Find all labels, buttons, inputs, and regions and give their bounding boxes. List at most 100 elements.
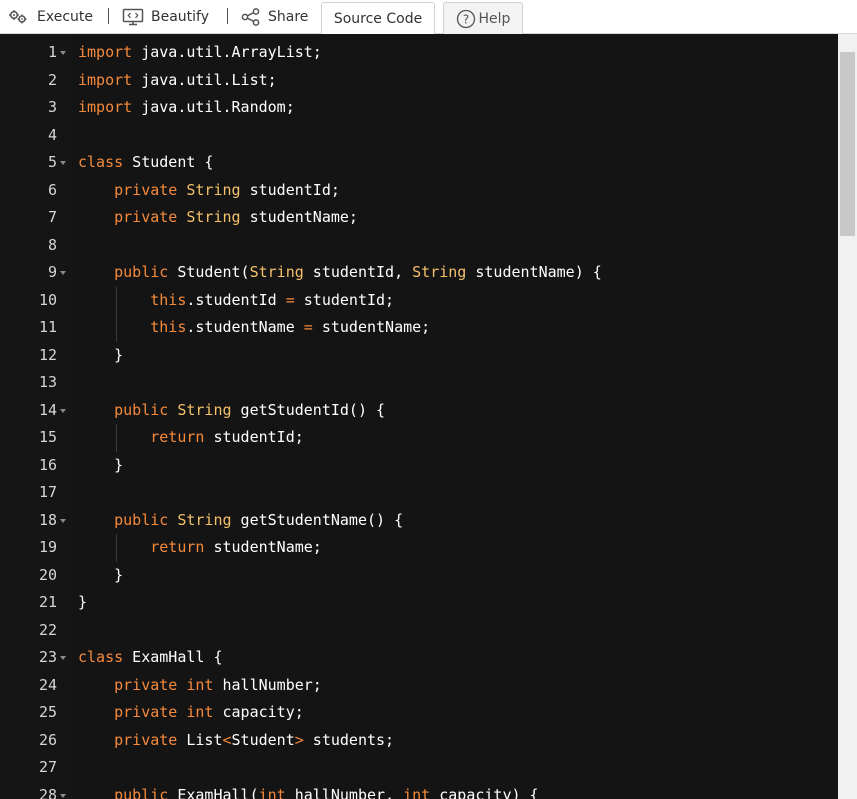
code-text: } [78, 452, 123, 480]
line-number: 28 [38, 785, 57, 799]
code-text: this.studentName = studentName; [78, 314, 430, 342]
code-token: public [114, 785, 169, 799]
line-number: 21 [38, 593, 57, 611]
code-token: private [114, 180, 178, 199]
fold-arrow-icon[interactable] [60, 161, 66, 165]
code-token: java.util.Random; [132, 98, 295, 116]
code-token: class [78, 153, 124, 171]
code-line: 6 private String studentId; [0, 177, 838, 205]
code-token: } [78, 345, 124, 364]
fold-arrow-icon[interactable] [60, 408, 66, 413]
code-token: public [114, 263, 169, 281]
code-text: import java.util.Random; [78, 94, 295, 122]
beautify-label: Beautify [151, 8, 210, 25]
code-token: java.util.ArrayList; [132, 43, 322, 61]
line-number: 22 [38, 620, 57, 639]
tab-source-code[interactable]: Source Code [321, 2, 435, 34]
code-line: 28 public ExamHall(int hallNumber, int c… [0, 782, 838, 799]
line-number: 25 [38, 703, 57, 721]
code-line: 9 public Student(String studentId, Strin… [0, 259, 838, 287]
code-editor[interactable]: 1 import java.util.ArrayList; 2 import java… [0, 34, 838, 799]
code-token: int [186, 675, 214, 694]
code-text: return studentName; [78, 534, 322, 562]
code-token: this [150, 318, 187, 336]
code-line: 11 this.studentName = studentName; [0, 314, 838, 342]
execute-label: Execute [37, 8, 93, 25]
code-token: studentId, [303, 263, 413, 281]
code-token: = [285, 290, 295, 309]
beautify-button[interactable]: Beautify [122, 0, 209, 33]
code-token: int [403, 785, 431, 799]
code-line: 1 import java.util.ArrayList; [0, 39, 838, 67]
fold-arrow-icon[interactable] [60, 656, 66, 660]
code-token: return [150, 538, 205, 556]
code-token: Student { [123, 153, 214, 171]
scrollbar-thumb[interactable] [840, 52, 855, 236]
code-token: studentId; [204, 428, 304, 446]
code-text: } [78, 342, 123, 370]
fold-arrow-icon[interactable] [60, 51, 66, 55]
share-label: Share [268, 8, 309, 25]
code-token: private [114, 675, 178, 694]
code-line: 22 [0, 617, 838, 645]
code-text: private String studentName; [78, 204, 358, 232]
gears-icon [8, 9, 30, 25]
code-token: } [78, 455, 124, 474]
line-number: 7 [47, 208, 57, 226]
indent-guide [116, 534, 117, 562]
line-number: 4 [47, 125, 57, 144]
code-token: ExamHall { [123, 648, 223, 666]
code-line: 19 return studentName; [0, 534, 838, 562]
code-token: .studentId [186, 290, 286, 309]
code-token: import [78, 43, 133, 61]
code-line: 12 } [0, 342, 838, 370]
code-token: studentName) { [466, 263, 602, 281]
code-token: studentName; [312, 318, 431, 336]
toolbar-divider [108, 8, 109, 24]
share-button[interactable]: Share [241, 0, 308, 33]
code-token: String [177, 400, 232, 419]
code-line: 10 this.studentId = studentId; [0, 287, 838, 315]
line-number: 3 [47, 98, 57, 116]
code-token: > [294, 730, 304, 749]
fold-arrow-icon[interactable] [60, 793, 66, 798]
code-line: 16 } [0, 452, 838, 480]
indent-guide [116, 424, 117, 452]
fold-arrow-icon[interactable] [60, 271, 66, 275]
code-token: List [177, 730, 223, 749]
line-number: 15 [38, 428, 57, 446]
toolbar: Execute Beautify Share Source Code ? Hel… [0, 0, 857, 34]
monitor-code-icon [122, 8, 144, 26]
code-token: hallNumber; [213, 675, 322, 694]
code-token: String [412, 263, 467, 281]
code-token: String [186, 180, 241, 199]
code-token: capacity) { [430, 785, 539, 799]
code-line: 3 import java.util.Random; [0, 94, 838, 122]
code-token: public [114, 510, 169, 529]
code-text: import java.util.List; [78, 67, 277, 95]
tab-help[interactable]: ? Help [443, 2, 523, 34]
code-text: public String getStudentId() { [78, 397, 385, 425]
code-token: import [78, 98, 133, 116]
share-icon [241, 7, 261, 26]
code-line: 21} [0, 589, 838, 617]
code-line: 5 class Student { [0, 149, 838, 177]
execute-button[interactable]: Execute [8, 0, 93, 33]
line-number: 8 [47, 235, 57, 254]
line-number: 20 [38, 565, 57, 584]
code-token: getStudentName() { [231, 510, 404, 529]
code-token: = [303, 318, 313, 336]
code-text: import java.util.ArrayList; [78, 39, 322, 67]
line-number: 5 [47, 153, 57, 171]
vertical-scrollbar[interactable] [838, 34, 857, 799]
fold-arrow-icon[interactable] [60, 518, 66, 523]
line-number: 11 [38, 318, 57, 336]
line-number: 24 [38, 675, 57, 694]
